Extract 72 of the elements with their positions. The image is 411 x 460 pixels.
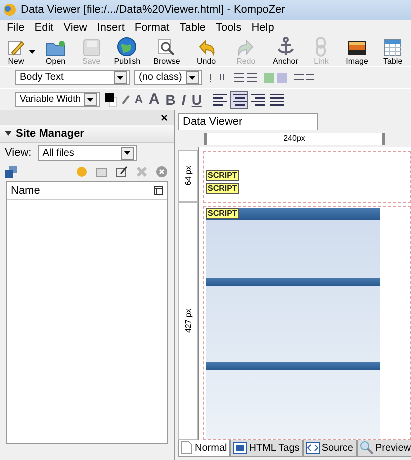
script-tag[interactable]: SCRIPT	[206, 170, 240, 181]
paragraph-style-select[interactable]: Body Text	[15, 70, 130, 85]
dropdown-arrow-icon	[117, 76, 124, 80]
page-icon	[181, 441, 193, 455]
toolbar-button[interactable]: Table	[375, 36, 411, 66]
window-title: Data Viewer [file:/.../Data%20Viewer.html] - KompoZer	[21, 4, 286, 16]
toolbar-button[interactable]: Open	[38, 36, 74, 66]
code-icon	[306, 442, 320, 454]
mode-tab[interactable]: Normal	[178, 440, 230, 457]
chain-icon	[314, 37, 328, 57]
undo-arrow-icon	[198, 39, 216, 57]
menu-item[interactable]: View	[58, 22, 92, 34]
column-picker-icon[interactable]	[154, 186, 163, 195]
menu-item[interactable]: Insert	[92, 22, 130, 34]
toolbar-button[interactable]: Anchor	[268, 36, 304, 66]
class-select[interactable]: (no class)	[134, 70, 202, 85]
redo-arrow-icon	[237, 39, 256, 57]
close-button[interactable]: ×	[160, 110, 168, 124]
app-logo-icon	[3, 3, 17, 17]
align-justify-icon	[268, 92, 285, 108]
sites-icon[interactable]	[5, 166, 17, 178]
floppy-icon	[82, 39, 101, 57]
underline-button[interactable]: U	[190, 92, 203, 108]
column-header[interactable]: Name	[7, 182, 167, 200]
font-select[interactable]: Variable Width	[15, 92, 100, 107]
magnifier-icon	[360, 441, 374, 455]
mode-tab[interactable]: HTML Tags	[230, 440, 303, 457]
stop-icon[interactable]	[156, 166, 168, 178]
dropdown-arrow-icon	[28, 50, 36, 54]
dropdown-arrow-icon	[87, 98, 94, 102]
toolbar-button[interactable]: New	[4, 36, 28, 66]
table-icon	[384, 39, 402, 57]
edit-icon[interactable]	[116, 166, 128, 178]
menu-item[interactable]: Format	[130, 22, 175, 34]
bold-button[interactable]: B	[164, 92, 177, 108]
toolbar-button[interactable]: Browse	[145, 36, 189, 66]
mode-tab[interactable]: Source	[302, 440, 356, 457]
view-select[interactable]: All files	[38, 145, 137, 161]
view-label: View:	[5, 147, 32, 159]
dropdown-arrow-icon	[124, 151, 131, 155]
script-tag[interactable]: SCRIPT	[206, 208, 240, 219]
larger-text-button[interactable]: A	[148, 91, 161, 108]
magnifier-icon	[158, 39, 176, 57]
toolbar-button[interactable]: Publish	[110, 36, 146, 66]
align-button[interactable]	[230, 90, 248, 108]
script-tag[interactable]: SCRIPT	[206, 183, 240, 194]
image-icon	[347, 39, 368, 57]
align-left-icon	[212, 92, 228, 108]
mode-tab[interactable]: Preview	[356, 440, 411, 457]
eraser-icon[interactable]	[122, 94, 130, 104]
dropdown-arrow-icon	[189, 76, 196, 80]
align-center-icon	[230, 92, 247, 108]
menu-item[interactable]: Tools	[211, 22, 247, 34]
align-right-icon	[250, 92, 266, 108]
width-ruler: 240px	[204, 132, 385, 144]
menu-item[interactable]: Table	[174, 22, 212, 34]
height-ruler: 64 px	[178, 150, 198, 202]
menu-item[interactable]: Edit	[30, 22, 59, 34]
text-color-swatch[interactable]	[104, 92, 118, 108]
toolbar-button[interactable]: Undo	[188, 36, 224, 66]
anchor-icon	[276, 37, 296, 57]
globe-icon	[117, 37, 138, 57]
pencil-icon	[7, 39, 26, 57]
toolbar-button[interactable]: Image	[339, 36, 376, 66]
panel-title: Site Manager	[16, 128, 84, 140]
tag-icon	[233, 442, 248, 454]
smaller-text-button[interactable]: A	[134, 94, 144, 106]
italic-button[interactable]: I	[180, 92, 187, 108]
document-tab[interactable]: Data Viewer	[178, 113, 318, 130]
menu-item[interactable]: File	[2, 22, 30, 34]
collapse-arrow-icon[interactable]	[5, 131, 12, 136]
menu-item[interactable]: Help	[246, 22, 280, 34]
